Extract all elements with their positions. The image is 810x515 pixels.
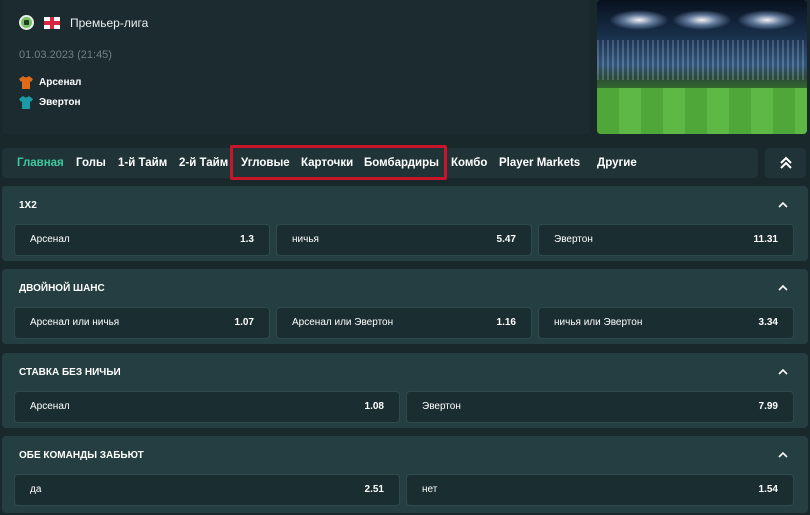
- market-both-teams-score: ОБЕ КОМАНДЫ ЗАБЬЮТ да 2.51 нет 1.54: [2, 436, 808, 513]
- away-team-name: Эвертон: [39, 97, 81, 108]
- odd-button[interactable]: нет 1.54: [406, 474, 794, 506]
- chevron-up-icon[interactable]: [778, 284, 788, 292]
- market-title: ДВОЙНОЙ ШАНС: [19, 283, 105, 294]
- home-team-name: Арсенал: [39, 77, 82, 88]
- floodlight: [737, 10, 797, 30]
- odd-label: Арсенал: [30, 234, 70, 245]
- odd-button[interactable]: Арсенал или Эвертон 1.16: [276, 307, 532, 339]
- odd-value: 11.31: [753, 234, 778, 245]
- odd-value: 1.08: [364, 401, 384, 412]
- tab-corners[interactable]: Угловые: [241, 148, 290, 178]
- odd-button[interactable]: ничья 5.47: [276, 224, 532, 256]
- tab-main[interactable]: Главная: [17, 148, 64, 178]
- stadium-field: [597, 88, 807, 134]
- shirt-icon: [19, 76, 33, 89]
- tab-cards[interactable]: Карточки: [301, 148, 353, 178]
- odd-value: 7.99: [758, 401, 778, 412]
- england-flag-icon: [44, 16, 60, 29]
- odd-button[interactable]: да 2.51: [14, 474, 400, 506]
- odd-label: Арсенал или Эвертон: [292, 317, 394, 328]
- home-team: Арсенал: [19, 76, 81, 89]
- tab-second-half[interactable]: 2-й Тайм: [179, 148, 228, 178]
- stadium-stands: [597, 40, 807, 80]
- market-double-chance: ДВОЙНОЙ ШАНС Арсенал или ничья 1.07 Арсе…: [2, 269, 808, 344]
- floodlight: [609, 10, 669, 30]
- odd-value: 5.47: [496, 234, 516, 245]
- away-team: Эвертон: [19, 96, 81, 109]
- odd-value: 1.07: [234, 317, 254, 328]
- odd-value: 2.51: [364, 484, 384, 495]
- double-chevron-up-icon: [779, 156, 792, 169]
- odd-label: да: [30, 484, 42, 495]
- odd-value: 3.34: [758, 317, 778, 328]
- market-title: СТАВКА БЕЗ НИЧЬИ: [19, 367, 121, 378]
- odd-label: ничья: [292, 234, 319, 245]
- odd-label: Эвертон: [422, 401, 461, 412]
- tab-first-half[interactable]: 1-й Тайм: [118, 148, 167, 178]
- league-name: Премьер-лига: [70, 15, 149, 30]
- odd-value: 1.16: [496, 317, 516, 328]
- chevron-up-icon[interactable]: [778, 451, 788, 459]
- match-header: Премьер-лига 01.03.2023 (21:45) Арсенал …: [2, 0, 590, 134]
- odd-button[interactable]: Эвертон 7.99: [406, 391, 794, 423]
- odd-label: ничья или Эвертон: [554, 317, 643, 328]
- market-tabs: Главная Голы 1-й Тайм 2-й Тайм Угловые К…: [2, 148, 758, 178]
- tab-combo[interactable]: Комбо: [451, 148, 487, 178]
- odd-value: 1.3: [240, 234, 254, 245]
- odd-button[interactable]: Арсенал 1.08: [14, 391, 400, 423]
- league-row: Премьер-лига: [19, 15, 148, 30]
- odd-label: Арсенал или ничья: [30, 317, 120, 328]
- odd-label: Арсенал: [30, 401, 70, 412]
- market-title: 1X2: [19, 200, 37, 211]
- collapse-all-button[interactable]: [765, 148, 806, 178]
- market-draw-no-bet: СТАВКА БЕЗ НИЧЬИ Арсенал 1.08 Эвертон 7.…: [2, 353, 808, 428]
- tab-player-markets[interactable]: Player Markets: [499, 148, 580, 178]
- soccer-ball-icon: [19, 15, 34, 30]
- market-title: ОБЕ КОМАНДЫ ЗАБЬЮТ: [19, 450, 144, 461]
- floodlight: [672, 10, 732, 30]
- chevron-up-icon[interactable]: [778, 368, 788, 376]
- odd-button[interactable]: Эвертон 11.31: [538, 224, 794, 256]
- tab-scorers[interactable]: Бомбардиры: [364, 148, 439, 178]
- odd-button[interactable]: ничья или Эвертон 3.34: [538, 307, 794, 339]
- odd-label: нет: [422, 484, 438, 495]
- market-1x2: 1X2 Арсенал 1.3 ничья 5.47 Эвертон 11.31: [2, 186, 808, 261]
- tab-goals[interactable]: Голы: [76, 148, 106, 178]
- stadium-image: [597, 0, 807, 134]
- odd-button[interactable]: Арсенал 1.3: [14, 224, 270, 256]
- odd-button[interactable]: Арсенал или ничья 1.07: [14, 307, 270, 339]
- tab-other[interactable]: Другие: [597, 148, 637, 178]
- odd-value: 1.54: [758, 484, 778, 495]
- shirt-icon: [19, 96, 33, 109]
- match-date: 01.03.2023 (21:45): [19, 49, 112, 61]
- chevron-up-icon[interactable]: [778, 201, 788, 209]
- odd-label: Эвертон: [554, 234, 593, 245]
